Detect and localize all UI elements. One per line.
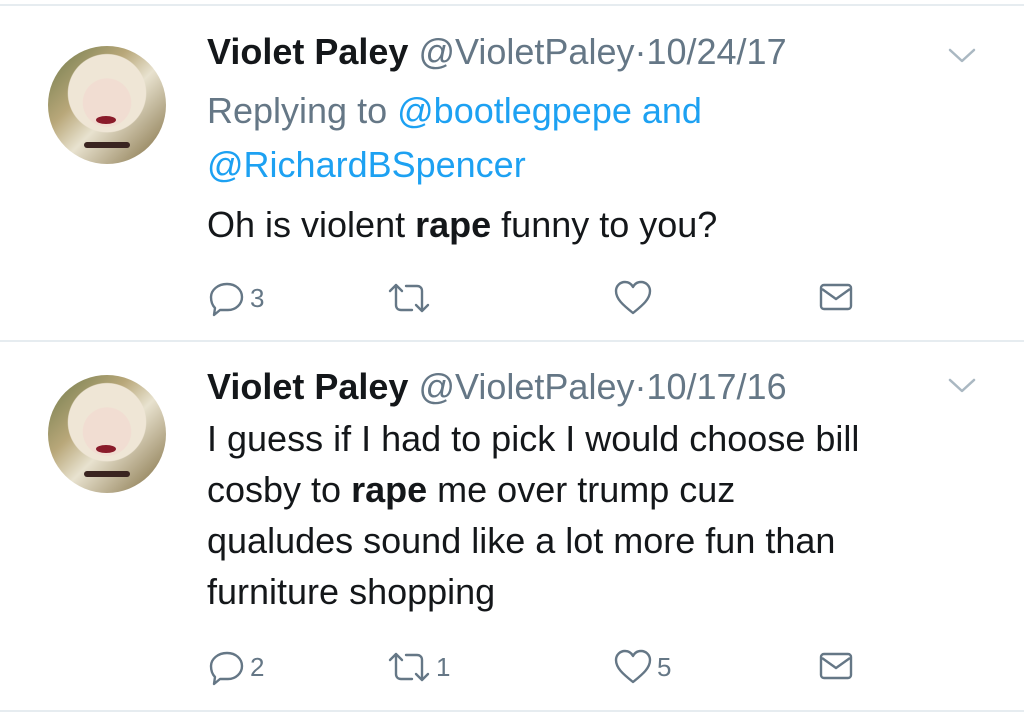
avatar[interactable] — [48, 375, 166, 493]
tweet-header: Violet Paley @VioletPaley·10/24/17 — [207, 30, 787, 74]
divider-middle — [0, 340, 1024, 342]
reply-button[interactable]: 2 — [208, 648, 264, 686]
reply-count: 2 — [250, 651, 265, 682]
reply-count: 3 — [250, 282, 265, 313]
text-line-2-before: cosby to — [207, 469, 342, 510]
tweet-text: I guess if I had to pick I would choose … — [207, 413, 997, 617]
tweet-date[interactable]: 10/17/16 — [646, 366, 786, 407]
retweet-button[interactable] — [386, 279, 436, 317]
user-handle[interactable]: @VioletPaley — [418, 366, 634, 407]
display-name[interactable]: Violet Paley — [207, 31, 408, 72]
avatar-choker — [84, 142, 130, 148]
reply-button[interactable]: 3 — [208, 279, 264, 317]
avatar-lips — [96, 116, 116, 124]
text-line-2-after: me over trump cuz — [437, 469, 736, 510]
tweet-text: Oh is violent rape funny to you? — [207, 199, 997, 251]
text-bold: rape — [415, 204, 492, 245]
like-count: 5 — [657, 651, 672, 682]
reply-icon — [209, 282, 244, 317]
tweet-date[interactable]: 10/24/17 — [646, 31, 786, 72]
like-button[interactable]: 5 — [613, 648, 671, 686]
dm-button[interactable] — [818, 648, 854, 684]
divider-bottom — [0, 710, 1024, 712]
chevron-down-icon[interactable] — [944, 374, 980, 398]
text-bold: rape — [351, 469, 428, 510]
envelope-icon — [819, 283, 853, 311]
mention-link-2[interactable]: @RichardBSpencer — [207, 144, 526, 185]
avatar-choker — [84, 471, 130, 477]
tweet-1[interactable]: Violet Paley @VioletPaley·10/24/17 Reply… — [0, 0, 1024, 340]
separator-dot: · — [634, 31, 647, 72]
replying-to: Replying to @bootlegpepe and @RichardBSp… — [207, 84, 967, 192]
tweet-header: Violet Paley @VioletPaley·10/17/16 — [207, 365, 787, 409]
text-line-4: furniture shopping — [207, 571, 496, 612]
mention-link-1[interactable]: @bootlegpepe — [397, 90, 632, 131]
dm-button[interactable] — [818, 279, 854, 315]
text-line-1: I guess if I had to pick I would choose … — [207, 418, 860, 459]
envelope-icon — [819, 652, 853, 680]
like-button[interactable] — [613, 279, 657, 317]
retweet-icon — [388, 283, 430, 313]
chevron-down-icon[interactable] — [944, 44, 980, 68]
display-name[interactable]: Violet Paley — [207, 366, 408, 407]
avatar[interactable] — [48, 46, 166, 164]
retweet-count: 1 — [436, 651, 451, 682]
reply-icon — [209, 651, 244, 686]
heart-icon — [614, 649, 652, 684]
text-line-3: qualudes sound like a lot more fun than — [207, 520, 836, 561]
retweet-button[interactable]: 1 — [386, 648, 450, 686]
text-after: funny to you? — [501, 204, 718, 245]
user-handle[interactable]: @VioletPaley — [418, 31, 634, 72]
retweet-icon — [388, 652, 430, 682]
text-before: Oh is violent — [207, 204, 406, 245]
heart-icon — [614, 280, 652, 315]
replying-and[interactable]: and — [642, 90, 702, 131]
separator-dot: · — [634, 366, 647, 407]
replying-prefix: Replying to — [207, 90, 388, 131]
avatar-lips — [96, 445, 116, 453]
